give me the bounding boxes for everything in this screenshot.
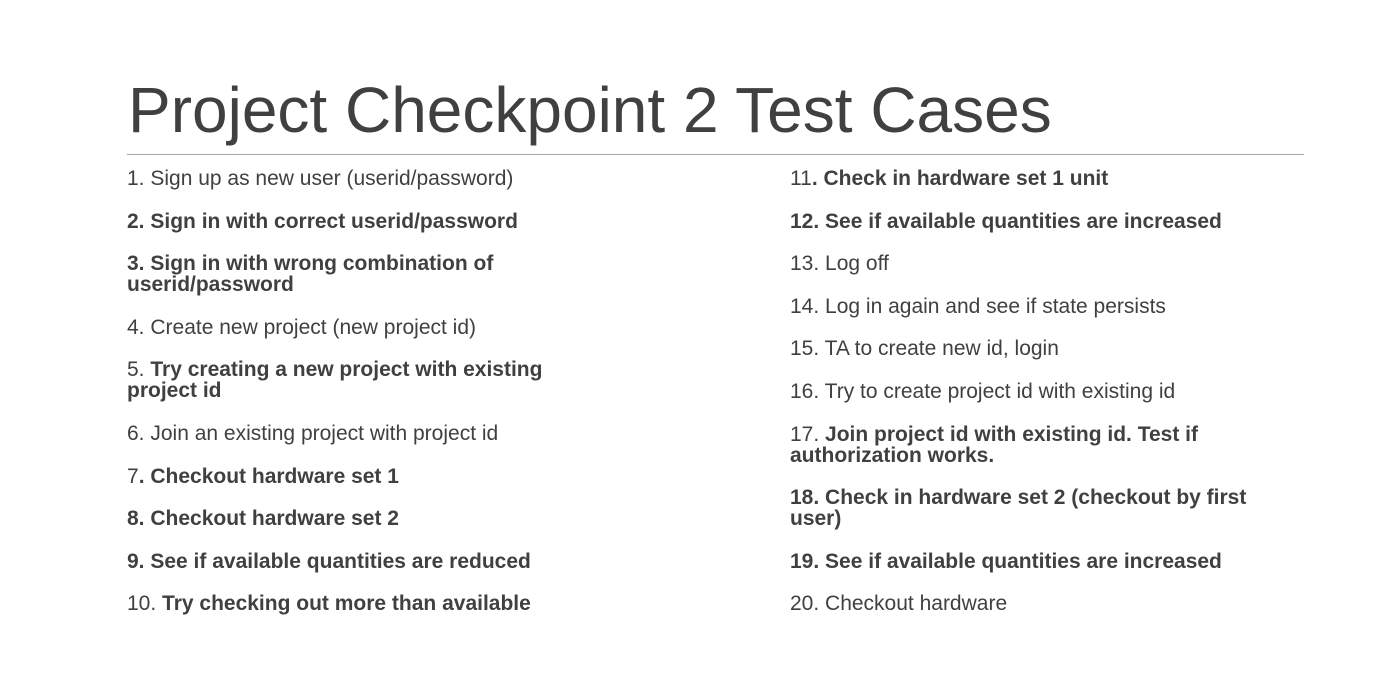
test-case-text: See if available quantities are increase… bbox=[825, 549, 1222, 573]
test-cases-right-column: 11. Check in hardware set 1 unit 12. See… bbox=[790, 168, 1290, 636]
test-case-text: Check in hardware set 2 (checkout by fir… bbox=[790, 486, 1247, 531]
test-case-number: 7 bbox=[127, 464, 139, 488]
test-case-text: TA to create new id, login bbox=[824, 337, 1059, 361]
test-case-item: 3. Sign in with wrong combination of use… bbox=[127, 253, 597, 295]
test-case-item: 10. Try checking out more than available bbox=[127, 593, 597, 614]
test-case-number: 9. bbox=[127, 549, 151, 573]
test-case-text: Sign up as new user (userid/password) bbox=[150, 167, 514, 190]
test-cases-left-column: 1. Sign up as new user (userid/password)… bbox=[127, 168, 597, 636]
test-case-text: See if available quantities are reduced bbox=[150, 549, 531, 573]
test-case-item: 8. Checkout hardware set 2 bbox=[127, 508, 597, 529]
test-case-text: Sign in with wrong combination of userid… bbox=[127, 252, 494, 297]
test-case-text: Checkout hardware set 2 bbox=[150, 507, 399, 531]
test-case-text: See if available quantities are increase… bbox=[825, 209, 1222, 233]
test-case-item: 14. Log in again and see if state persis… bbox=[790, 296, 1290, 317]
test-case-item: 19. See if available quantities are incr… bbox=[790, 551, 1290, 572]
test-case-text: Try to create project id with existing i… bbox=[824, 379, 1176, 403]
test-case-item: 13. Log off bbox=[790, 253, 1290, 274]
slide-title: Project Checkpoint 2 Test Cases bbox=[128, 74, 1052, 146]
test-case-item: 9. See if available quantities are reduc… bbox=[127, 551, 597, 572]
test-case-item: 7. Checkout hardware set 1 bbox=[127, 466, 597, 487]
test-case-item: 11. Check in hardware set 1 unit bbox=[790, 168, 1290, 189]
test-case-item: 1. Sign up as new user (userid/password) bbox=[127, 168, 597, 189]
test-case-text: Checkout hardware bbox=[825, 592, 1008, 616]
test-case-item: 15. TA to create new id, login bbox=[790, 338, 1290, 359]
test-case-number: 10. bbox=[127, 592, 163, 616]
test-case-number: 19. bbox=[790, 549, 826, 573]
test-case-item: 12. See if available quantities are incr… bbox=[790, 211, 1290, 232]
test-case-number: 3. bbox=[127, 252, 151, 276]
test-case-text: Join an existing project with project id bbox=[150, 421, 499, 445]
test-case-number: 12. bbox=[790, 209, 826, 233]
test-case-number: 2. bbox=[127, 209, 151, 233]
test-case-text: Sign in with correct userid/password bbox=[150, 209, 518, 233]
test-case-text: Log in again and see if state persists bbox=[825, 294, 1166, 318]
test-case-text: Try creating a new project with existing… bbox=[127, 358, 543, 403]
test-case-number: 4. bbox=[127, 315, 151, 339]
test-case-number: 17. bbox=[790, 422, 826, 446]
test-case-item: 17. Join project id with existing id. Te… bbox=[790, 424, 1290, 466]
test-case-item: 2. Sign in with correct userid/password bbox=[127, 211, 597, 232]
test-case-number: 18. bbox=[790, 486, 826, 510]
test-case-number: 14. bbox=[790, 294, 826, 318]
test-case-number: 8. bbox=[127, 507, 151, 531]
test-case-number: 11 bbox=[790, 167, 812, 190]
test-case-number: 1. bbox=[127, 167, 151, 190]
test-case-number: 6. bbox=[127, 421, 151, 445]
test-case-number: 5. bbox=[127, 358, 151, 382]
test-case-item: 20. Checkout hardware bbox=[790, 593, 1290, 614]
test-case-item: 6. Join an existing project with project… bbox=[127, 423, 597, 444]
title-divider bbox=[127, 154, 1304, 155]
test-case-item: 4. Create new project (new project id) bbox=[127, 317, 597, 338]
test-case-item: 5. Try creating a new project with exist… bbox=[127, 359, 597, 401]
test-case-text: Create new project (new project id) bbox=[150, 315, 477, 339]
test-case-number: 16. bbox=[790, 379, 825, 403]
test-case-item: 16. Try to create project id with existi… bbox=[790, 381, 1290, 402]
test-case-text: Join project id with existing id. Test i… bbox=[790, 422, 1199, 467]
test-case-number: 20. bbox=[790, 592, 826, 616]
test-case-item: 18. Check in hardware set 2 (checkout by… bbox=[790, 487, 1290, 529]
test-case-number: 15. bbox=[790, 337, 825, 361]
test-case-text: Try checking out more than available bbox=[162, 592, 531, 616]
test-case-number: 13. bbox=[790, 252, 826, 276]
test-case-text: Log off bbox=[825, 252, 889, 276]
test-case-text: . Checkout hardware set 1 bbox=[138, 464, 399, 488]
test-case-text: . Check in hardware set 1 unit bbox=[811, 167, 1109, 190]
